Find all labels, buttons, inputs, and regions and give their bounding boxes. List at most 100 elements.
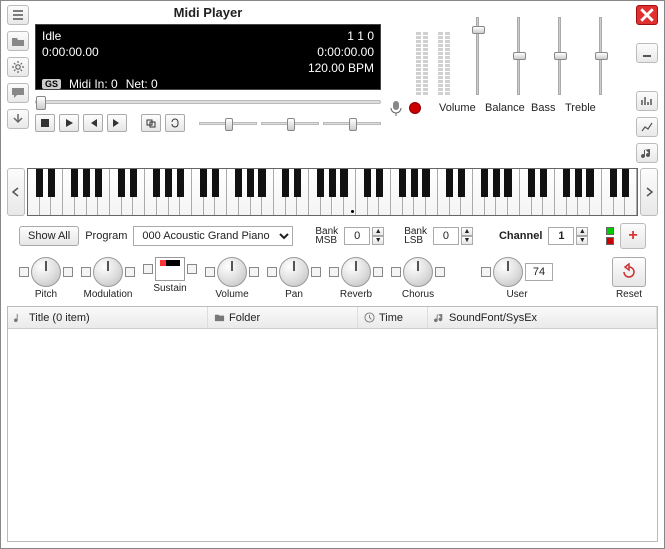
chorus-label: Chorus: [402, 289, 434, 300]
sus-toggle[interactable]: [143, 264, 153, 274]
prev-button[interactable]: [83, 114, 103, 132]
close-button[interactable]: [636, 5, 658, 25]
channel-spinner[interactable]: ▲▼: [548, 227, 588, 245]
col-soundfont[interactable]: SoundFont/SysEx: [428, 307, 657, 328]
mod-toggle[interactable]: [81, 267, 91, 277]
play-button[interactable]: [59, 114, 79, 132]
mic-icon[interactable]: [387, 99, 405, 117]
col-title[interactable]: Title (0 item): [8, 307, 208, 328]
program-label: Program: [85, 230, 127, 242]
user-knob[interactable]: [493, 257, 523, 287]
loop-button[interactable]: [141, 114, 161, 132]
pan-label: Pan: [285, 289, 303, 300]
balance-label: Balance: [485, 102, 527, 114]
pitch-toggle[interactable]: [19, 267, 29, 277]
transport-bar: [35, 114, 381, 132]
record-button[interactable]: [409, 102, 421, 114]
sustain-label: Sustain: [153, 283, 186, 294]
led-green: [606, 227, 614, 235]
playlist-table: Title (0 item) Folder Time SoundFont/Sys…: [7, 306, 658, 542]
menu-button[interactable]: [7, 5, 29, 25]
col-folder[interactable]: Folder: [208, 307, 358, 328]
col-time[interactable]: Time: [358, 307, 428, 328]
open-button[interactable]: [7, 31, 29, 51]
left-toolbar: [7, 5, 29, 129]
position-slider[interactable]: [35, 94, 381, 110]
keyboard-scroll-right[interactable]: [640, 168, 658, 216]
lcd-status: Idle: [42, 29, 61, 43]
balance-slider[interactable]: [517, 17, 520, 95]
lcd-net: Net: 0: [126, 77, 158, 91]
lcd-display: Idle 1 1 0 0:00:00.00 0:00:00.00 120.00 BP…: [35, 24, 381, 90]
cho-toggle-r[interactable]: [435, 267, 445, 277]
next-button[interactable]: [107, 114, 127, 132]
stop-button[interactable]: [35, 114, 55, 132]
graph-view-button[interactable]: [636, 117, 658, 137]
rev-toggle[interactable]: [329, 267, 339, 277]
right-toolbar: [636, 5, 658, 163]
chorus-knob[interactable]: [403, 257, 433, 287]
lcd-midi-in: Midi In: 0: [69, 77, 118, 91]
reset-label: Reset: [616, 289, 642, 300]
sustain-box[interactable]: [155, 257, 185, 281]
keyboard-scroll-left[interactable]: [7, 168, 25, 216]
knob-row: Pitch Modulation Sustain Volume Pan Reve…: [7, 255, 658, 302]
vu-meter-left: [416, 32, 428, 95]
vol-toggle-r[interactable]: [249, 267, 259, 277]
volume-knob[interactable]: [217, 257, 247, 287]
settings-button[interactable]: [7, 57, 29, 77]
mixer: Volume Balance Bass Treble: [387, 5, 630, 117]
bank-lsb-spinner[interactable]: ▲▼: [433, 227, 473, 245]
volume-knob-label: Volume: [215, 289, 248, 300]
lcd-time-right: 0:00:00.00: [317, 45, 374, 59]
speed-slider[interactable]: [323, 114, 381, 132]
vol-toggle[interactable]: [205, 267, 215, 277]
pan-knob[interactable]: [279, 257, 309, 287]
piano-keyboard[interactable]: [27, 168, 638, 216]
bank-msb-spinner[interactable]: ▲▼: [344, 227, 384, 245]
lcd-bpm: 120.00 BPM: [308, 61, 374, 75]
channel-label: Channel: [499, 230, 542, 242]
repeat-button[interactable]: [165, 114, 185, 132]
gs-badge: GS: [42, 79, 61, 89]
user-label: User: [506, 289, 527, 300]
lcd-time-left: 0:00:00.00: [42, 45, 99, 59]
pan-toggle-r[interactable]: [311, 267, 321, 277]
key-slider[interactable]: [261, 114, 319, 132]
tempo-slider[interactable]: [199, 114, 257, 132]
treble-label: Treble: [565, 102, 596, 114]
volume-label: Volume: [439, 102, 481, 114]
lcd-position: 1 1 0: [347, 29, 374, 43]
cho-toggle[interactable]: [391, 267, 401, 277]
vu-meter-right: [438, 32, 450, 95]
reverb-label: Reverb: [340, 289, 372, 300]
reverb-knob[interactable]: [341, 257, 371, 287]
bass-label: Bass: [531, 102, 561, 114]
mod-toggle-r[interactable]: [125, 267, 135, 277]
reset-button[interactable]: [612, 257, 646, 287]
pan-toggle[interactable]: [267, 267, 277, 277]
user-value[interactable]: [525, 263, 553, 281]
sus-toggle-r[interactable]: [187, 264, 197, 274]
user-toggle[interactable]: [481, 267, 491, 277]
pitch-label: Pitch: [35, 289, 57, 300]
comment-button[interactable]: [7, 83, 29, 103]
mixer-view-button[interactable]: [636, 91, 658, 111]
bass-slider[interactable]: [558, 17, 561, 95]
led-red: [606, 237, 614, 245]
pitch-knob[interactable]: [31, 257, 61, 287]
modulation-knob[interactable]: [93, 257, 123, 287]
music-view-button[interactable]: [636, 143, 658, 163]
rev-toggle-r[interactable]: [373, 267, 383, 277]
show-all-button[interactable]: Show All: [19, 226, 79, 246]
program-select[interactable]: 000 Acoustic Grand Piano: [133, 226, 293, 246]
modulation-label: Modulation: [84, 289, 133, 300]
minimize-button[interactable]: [636, 43, 658, 63]
pitch-toggle-r[interactable]: [63, 267, 73, 277]
treble-slider[interactable]: [599, 17, 602, 95]
volume-slider[interactable]: [476, 17, 479, 95]
add-channel-button[interactable]: +: [620, 223, 646, 249]
down-button[interactable]: [7, 109, 29, 129]
playlist-body[interactable]: [8, 329, 657, 541]
bank-msb-label: Bank MSB: [315, 227, 338, 245]
